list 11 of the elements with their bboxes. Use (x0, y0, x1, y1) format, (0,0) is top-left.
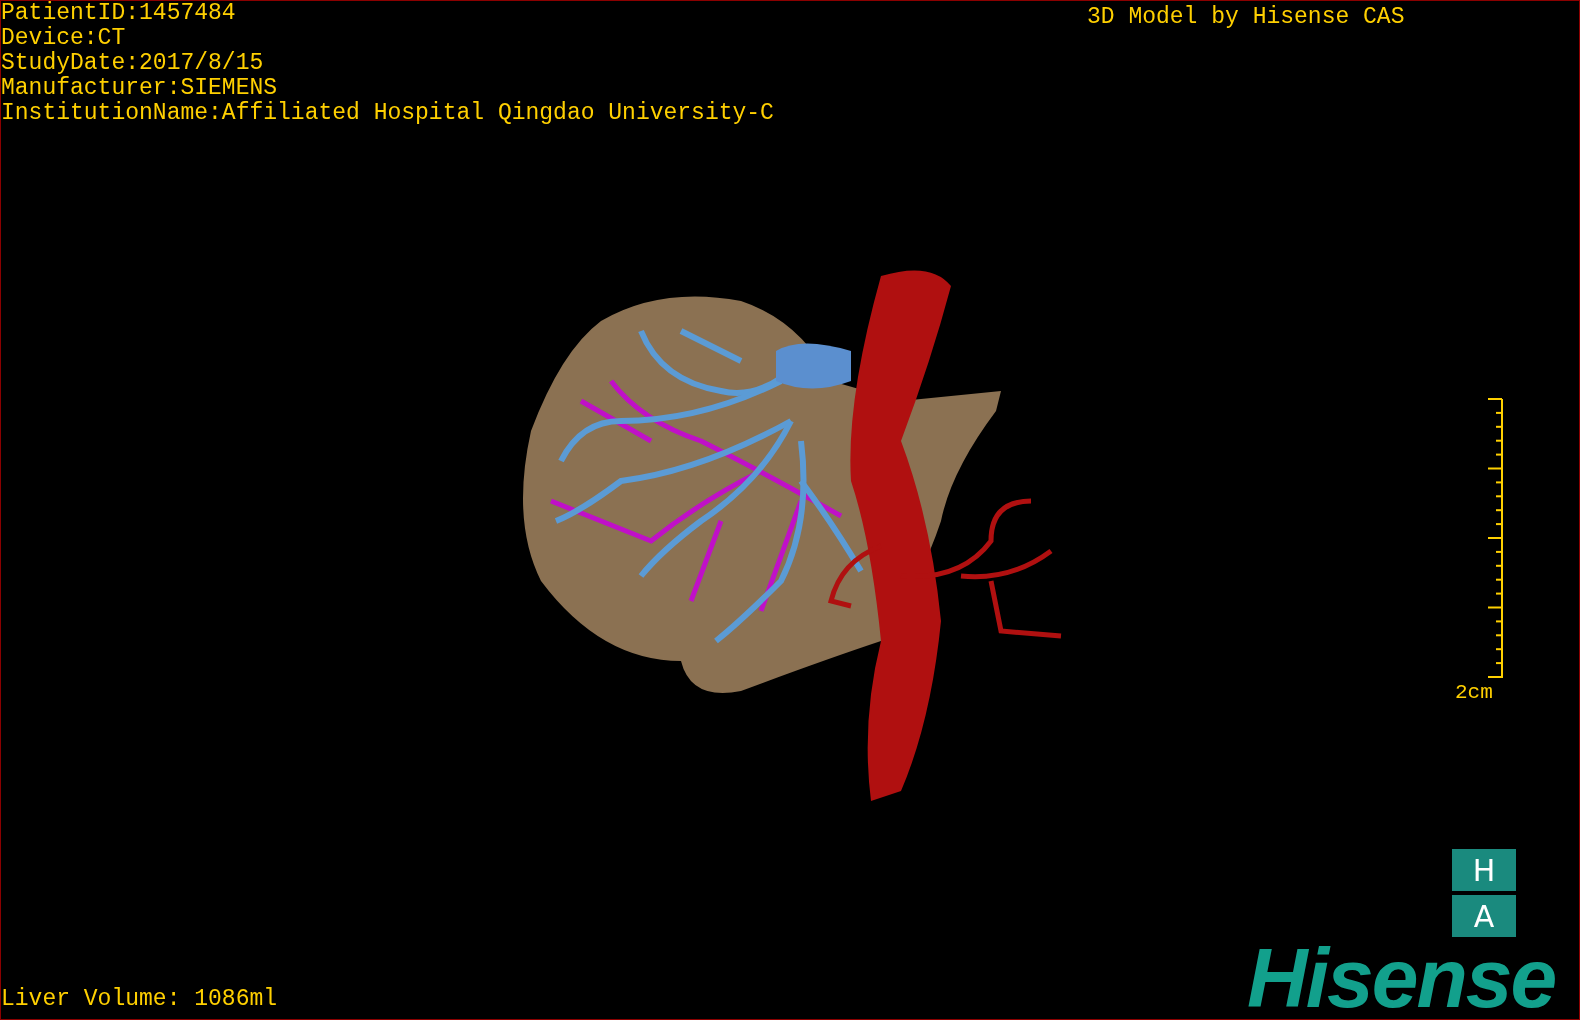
study-info-line: PatientID:1457484 (1, 1, 237, 26)
liver-volume: Liver Volume: 1086ml (1, 987, 278, 1012)
scale-label: 2cm (1455, 681, 1493, 705)
study-info-line: Device:CT (1, 26, 127, 51)
orientation-cube-face: H (1452, 849, 1516, 891)
study-info-line: StudyDate:2017/8/15 (1, 51, 265, 76)
study-info-line: Manufacturer:SIEMENS (1, 76, 279, 101)
orientation-cube-face: A (1452, 895, 1516, 937)
study-info-line: InstitutionName:Affiliated Hospital Qingdao University-C (1, 101, 774, 126)
scale-bar-icon (1485, 398, 1505, 680)
model-credit: 3D Model by Hisense CAS (1087, 5, 1405, 30)
